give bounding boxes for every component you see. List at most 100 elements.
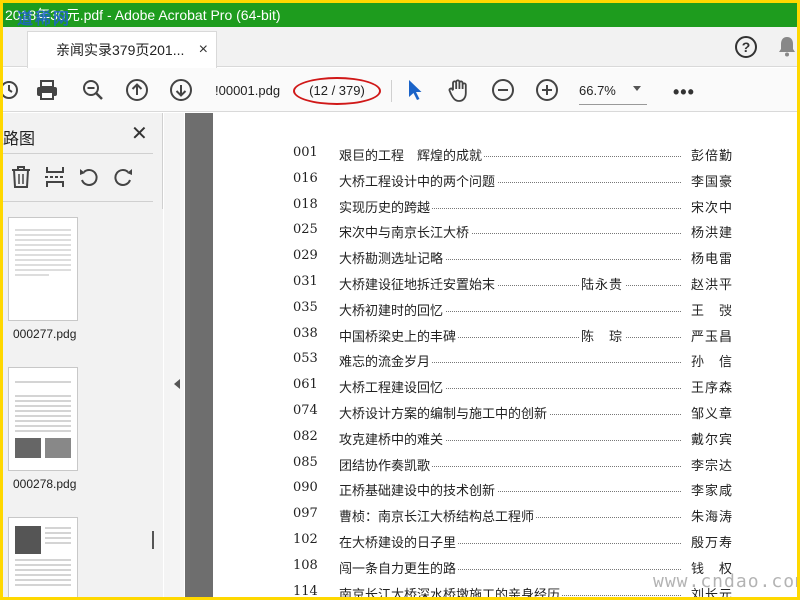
thumbnail-scrollbar-thumb[interactable]: [152, 531, 154, 549]
toc-title: 曹桢：南京长江大桥结构总工程师: [339, 506, 537, 526]
toc-title: 难忘的流金岁月: [339, 351, 433, 371]
print-icon[interactable]: [33, 76, 61, 104]
zoom-out-magnifier-icon[interactable]: [79, 76, 107, 104]
toc-entry[interactable]: 031 大桥建设征地拆迁安置始末 陆永贵 赵洪平: [293, 274, 733, 296]
panel-title: 路图: [3, 131, 36, 148]
toolbar: !00001.pdg (12 / 379) 66.7% •••: [3, 68, 797, 112]
zoom-out-icon[interactable]: [489, 76, 517, 104]
title-bar: 2018年30元.pdf - Adobe Acrobat Pro (64-bit…: [3, 3, 797, 27]
help-icon[interactable]: ?: [735, 36, 757, 58]
toc-author: 李国豪: [688, 170, 733, 190]
page-thumbnail[interactable]: [8, 217, 78, 321]
panel-splitter[interactable]: [164, 113, 184, 597]
panel-close-icon[interactable]: ✕: [131, 121, 148, 146]
toc-title: 宋次中与南京长江大桥: [339, 222, 472, 242]
zoom-in-icon[interactable]: [533, 76, 561, 104]
toc-coauthor: 陈 琮: [579, 325, 626, 345]
toc-author: 朱海涛: [688, 506, 733, 526]
history-icon[interactable]: [3, 76, 23, 104]
rotate-counterclockwise-icon[interactable]: [77, 165, 101, 189]
toc-author: 李家咸: [688, 480, 733, 500]
toc-page-number: 031: [293, 274, 318, 289]
toc-author: 王 弢: [688, 299, 733, 319]
toc-page-number: 114: [293, 583, 318, 597]
collapse-panel-arrow-icon[interactable]: [174, 379, 180, 389]
toc-entry[interactable]: 029 大桥勘测选址记略 杨电雷: [293, 248, 733, 270]
toc-title: 南京长江大桥深水桥墩施工的亲身经历: [339, 583, 563, 597]
select-cursor-icon[interactable]: [401, 76, 429, 104]
acrobat-window: 2018年30元.pdf - Adobe Acrobat Pro (64-bit…: [3, 3, 797, 597]
page-thumbnail[interactable]: [8, 367, 78, 471]
toc-page-number: 018: [293, 196, 318, 212]
rotate-clockwise-icon[interactable]: [111, 165, 135, 189]
toc-entry[interactable]: 016 大桥工程设计中的两个问题 李国豪: [293, 170, 733, 193]
watermark-url: www.cndao.com: [653, 571, 797, 592]
toc-page-number: 085: [293, 454, 318, 470]
toc-entry[interactable]: 102 在大桥建设的日子里 殷万寿: [293, 532, 733, 554]
toc-page-number: 090: [293, 480, 318, 496]
thumbnail-list: 000277.pdg 000278.pdg: [3, 209, 145, 597]
toc-title: 实现历史的跨越: [339, 196, 433, 216]
toc-author: 殷万寿: [688, 532, 733, 551]
panel-toolbar: [9, 165, 135, 189]
page-thumbnail[interactable]: [8, 517, 78, 597]
document-page: 001 艰巨的工程 辉煌的成就 彭倍勤 016 大桥工程设计中的两个问题 李国豪 018 实现…: [213, 113, 797, 597]
zoom-field-underline: [579, 104, 647, 105]
toc-page-number: 097: [293, 506, 318, 522]
toolbar-divider: [391, 80, 392, 102]
toc-entry[interactable]: 061 大桥工程建设回忆 王序森: [293, 377, 733, 399]
toc-entry[interactable]: 053 难忘的流金岁月 孙 信: [293, 351, 733, 373]
toc-title: 大桥建设征地拆迁安置始末: [339, 274, 498, 293]
more-tools-icon[interactable]: •••: [673, 82, 695, 103]
toc-entry[interactable]: 038 中国桥梁史上的丰碑 陈 琮 严玉昌: [293, 325, 733, 348]
toc-author: 戴尔宾: [688, 428, 733, 448]
page-number-input[interactable]: !00001.pdg: [215, 80, 285, 102]
toc-entry[interactable]: 001 艰巨的工程 辉煌的成就 彭倍勤: [293, 145, 733, 167]
toc-entry[interactable]: 074 大桥设计方案的编制与施工中的创新 邹义章: [293, 403, 733, 425]
toc-title: 大桥初建时的回忆: [339, 299, 446, 319]
toc-title: 团结协作奏凯歌: [339, 454, 433, 474]
page-count-indicator: (12 / 379): [293, 77, 381, 105]
toc-title: 大桥勘测选址记略: [339, 248, 446, 268]
toc-title: 大桥工程设计中的两个问题: [339, 170, 498, 190]
toc-entry[interactable]: 018 实现历史的跨越 宋次中: [293, 196, 733, 219]
delete-page-icon[interactable]: [9, 165, 33, 189]
extract-pages-icon[interactable]: [43, 165, 67, 189]
toc-title: 攻克建桥中的难关: [339, 428, 446, 448]
thumbnail-scrollbar[interactable]: [146, 209, 163, 597]
toc-page-number: 029: [293, 248, 318, 264]
toc-author: 宋次中: [688, 196, 733, 216]
toc-title: 在大桥建设的日子里: [339, 532, 459, 551]
toc-page-number: 025: [293, 222, 318, 238]
toc-entry[interactable]: 090 正桥基础建设中的技术创新 李家咸: [293, 480, 733, 502]
toc-entry[interactable]: 035 大桥初建时的回忆 王 弢: [293, 299, 733, 322]
toc-title: 大桥工程建设回忆: [339, 377, 446, 397]
toc-entry[interactable]: 085 团结协作奏凯歌 李宗达: [293, 454, 733, 477]
document-tab[interactable]: 亲闻实录379页201... ×: [27, 31, 217, 68]
toc-entry[interactable]: 097 曹桢：南京长江大桥结构总工程师 朱海涛: [293, 506, 733, 528]
panel-divider-2: [3, 201, 153, 202]
next-page-icon[interactable]: [167, 76, 195, 104]
document-tab-label: 亲闻实录379页201...: [56, 42, 185, 58]
toc-entry[interactable]: 082 攻克建桥中的难关 戴尔宾: [293, 428, 733, 451]
toc-author: 邹义章: [688, 403, 733, 422]
zoom-dropdown-caret-icon[interactable]: [633, 86, 641, 91]
toc-coauthor: 陆永贵: [579, 274, 626, 293]
tab-close-icon[interactable]: ×: [199, 32, 208, 68]
previous-page-icon[interactable]: [123, 76, 151, 104]
hand-tool-icon[interactable]: [445, 76, 473, 104]
toc-page-number: 074: [293, 403, 318, 418]
toc-author: 严玉昌: [688, 325, 733, 345]
toc-entry[interactable]: 025 宋次中与南京长江大桥 杨洪建: [293, 222, 733, 244]
thumbnail-label: 000278.pdg: [13, 477, 77, 491]
notifications-bell-icon[interactable]: [777, 35, 797, 63]
toc-page-number: 001: [293, 145, 318, 160]
toc-author: 彭倍勤: [688, 145, 733, 164]
toc-title: 闯一条自力更生的路: [339, 557, 459, 577]
toc-page-number: 038: [293, 325, 318, 341]
toc-title: 艰巨的工程 辉煌的成就: [339, 145, 485, 164]
toc-page-number: 016: [293, 170, 318, 186]
zoom-level-select[interactable]: 66.7%: [579, 80, 649, 102]
page-thumbnails-panel: 路图 ✕ 000277.pdg 000278.pdg: [3, 113, 163, 597]
toc-author: 李宗达: [688, 454, 733, 474]
